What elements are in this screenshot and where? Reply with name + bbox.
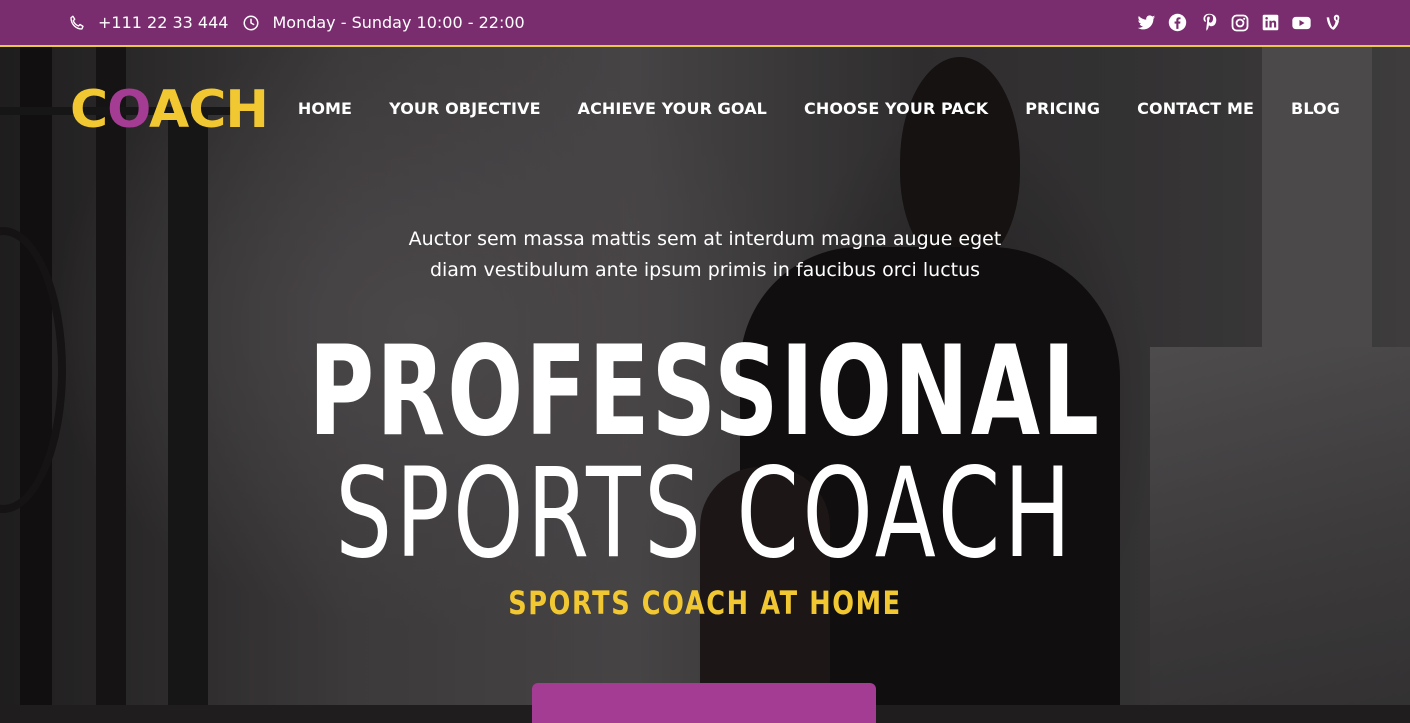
facebook-icon[interactable] — [1168, 13, 1187, 32]
social-links — [1137, 0, 1342, 45]
hero-tagline: Auctor sem massa mattis sem at interdum … — [0, 224, 1410, 286]
clock-icon — [242, 14, 260, 32]
nav-blog[interactable]: BLOG — [1291, 96, 1340, 122]
site-logo[interactable]: COACH — [70, 80, 269, 140]
hero-cta-button[interactable] — [532, 683, 876, 723]
logo-letter: C — [70, 80, 108, 140]
nav-your-objective[interactable]: YOUR OBJECTIVE — [389, 96, 541, 122]
logo-letters: ACH — [148, 80, 269, 140]
hero-tagline-text: Auctor sem massa mattis sem at interdum … — [408, 228, 1002, 281]
contact-info: +111 22 33 444 Monday - Sunday 10:00 - 2… — [68, 0, 539, 45]
instagram-icon[interactable] — [1230, 13, 1249, 32]
nav-achieve-your-goal[interactable]: ACHIEVE YOUR GOAL — [578, 96, 767, 122]
phone-icon — [68, 14, 86, 32]
nav-choose-your-pack[interactable]: CHOOSE YOUR PACK — [804, 96, 988, 122]
logo-letter-accent: O — [107, 80, 150, 140]
phone-number[interactable]: +111 22 33 444 — [98, 13, 228, 32]
hero-title-line-1: PROFESSIONAL — [308, 320, 1102, 464]
hero-title-line-2: SPORTS COACH — [335, 442, 1075, 586]
top-bar: +111 22 33 444 Monday - Sunday 10:00 - 2… — [0, 0, 1410, 47]
opening-hours: Monday - Sunday 10:00 - 22:00 — [272, 13, 525, 32]
linkedin-icon[interactable] — [1261, 13, 1280, 32]
nav-home[interactable]: HOME — [298, 96, 352, 122]
youtube-icon[interactable] — [1292, 13, 1311, 32]
nav-contact-me[interactable]: CONTACT ME — [1137, 96, 1254, 122]
vine-icon[interactable] — [1323, 13, 1342, 32]
hero-subtitle: SPORTS COACH AT HOME — [508, 584, 902, 622]
main-navigation: HOME YOUR OBJECTIVE ACHIEVE YOUR GOAL CH… — [298, 96, 1340, 122]
pinterest-icon[interactable] — [1199, 13, 1218, 32]
twitter-icon[interactable] — [1137, 13, 1156, 32]
nav-pricing[interactable]: PRICING — [1025, 96, 1100, 122]
